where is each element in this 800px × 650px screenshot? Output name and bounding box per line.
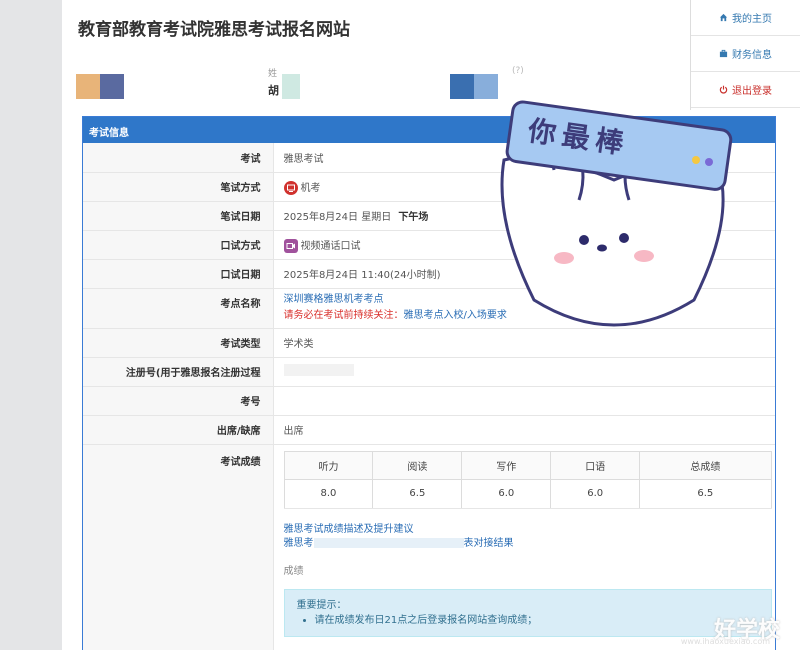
score-header: 写作: [461, 450, 552, 480]
important-tip-box: 重要提示： 请在成绩发布日21点之后登录报名网站查询成绩；: [283, 588, 772, 637]
row-label: 口试日期: [83, 259, 274, 289]
row-value: [273, 357, 775, 387]
mask-block-1: [76, 74, 100, 99]
row-scores: 考试成绩 听力 阅读 写作 口语 总成绩 8.0 6.5 6.0 6.0 6.5…: [83, 444, 775, 650]
written-date-value: 2025年8月24日 星期日: [283, 212, 392, 223]
reg-no-mask: [283, 364, 354, 376]
score-cell: 6.0: [461, 478, 552, 509]
row-label: 考试: [83, 143, 274, 173]
cefr-link-tail[interactable]: 表对接结果: [464, 538, 514, 549]
cefr-mask: [313, 537, 464, 548]
score-cell: 8.0: [283, 478, 374, 509]
row-label: 口试方式: [83, 230, 274, 260]
mask-block-3: [282, 74, 300, 99]
row-exam-no: 考号: [83, 386, 775, 416]
row-label: 考试成绩: [83, 444, 274, 650]
mask-block-2: [100, 74, 124, 99]
nav-home[interactable]: 我的主页: [691, 0, 800, 36]
row-value: [273, 386, 775, 416]
center-notice: 请务必在考试前持续关注：: [283, 310, 404, 321]
video-icon: [283, 238, 298, 253]
score-report-label: 成绩: [283, 565, 304, 577]
score-cell: 6.5: [372, 478, 463, 509]
row-label: 出席/缺席: [83, 415, 274, 445]
row-label: 考点名称: [83, 288, 274, 329]
score-header: 总成绩: [639, 450, 772, 480]
mask-block-4: [450, 74, 474, 99]
center-link[interactable]: 深圳赛格雅思机考考点: [284, 294, 384, 305]
watermark-url: www.ihaoxuexiao.com: [680, 637, 770, 646]
written-mode-value: 机考: [300, 182, 321, 194]
name-label: 姓: [268, 69, 278, 79]
score-cell: 6.5: [639, 478, 772, 509]
name-value: 胡: [268, 84, 279, 97]
score-header: 听力: [283, 450, 374, 480]
score-table: 听力 阅读 写作 口语 总成绩 8.0 6.5 6.0 6.0 6.5: [283, 450, 772, 509]
computer-icon: [283, 180, 298, 195]
score-header: 阅读: [372, 450, 463, 480]
profile-note: (?): [512, 66, 524, 76]
mask-block-5: [474, 74, 498, 99]
row-label: 考号: [83, 386, 274, 416]
row-reg-no: 注册号(用于雅思报名注册过程: [83, 357, 775, 387]
row-label: 笔试方式: [83, 172, 274, 202]
power-icon: [719, 85, 728, 94]
tip-title: 重要提示：: [296, 599, 347, 611]
home-icon: [719, 13, 728, 22]
nav-finance-label: 财务信息: [732, 50, 772, 61]
row-value: 出席: [273, 415, 775, 445]
site-title: 教育部教育考试院雅思考试报名网站: [78, 20, 350, 40]
right-nav: 我的主页 财务信息 退出登录: [690, 0, 800, 110]
tip-item: 请在成绩发布日21点之后登录报名网站查询成绩；: [315, 613, 759, 628]
score-header: 口语: [550, 450, 641, 480]
nav-finance[interactable]: 财务信息: [691, 36, 800, 72]
score-advice-link[interactable]: 雅思考试成绩描述及提升建议: [284, 524, 414, 535]
nav-logout-label: 退出登录: [732, 86, 772, 97]
row-value: 听力 阅读 写作 口语 总成绩 8.0 6.5 6.0 6.0 6.5 雅思考试…: [273, 444, 775, 650]
briefcase-icon: [719, 49, 728, 58]
written-session: 下午场: [398, 212, 429, 223]
row-label: 考试类型: [83, 328, 274, 358]
oral-mode-value: 视频通话口试: [300, 240, 361, 252]
score-cell: 6.0: [550, 478, 641, 509]
row-label: 笔试日期: [83, 201, 274, 231]
cefr-link[interactable]: 雅思考: [284, 538, 314, 549]
row-label: 注册号(用于雅思报名注册过程: [83, 357, 274, 387]
nav-home-label: 我的主页: [732, 14, 772, 25]
row-attendance: 出席/缺席 出席: [83, 415, 775, 445]
